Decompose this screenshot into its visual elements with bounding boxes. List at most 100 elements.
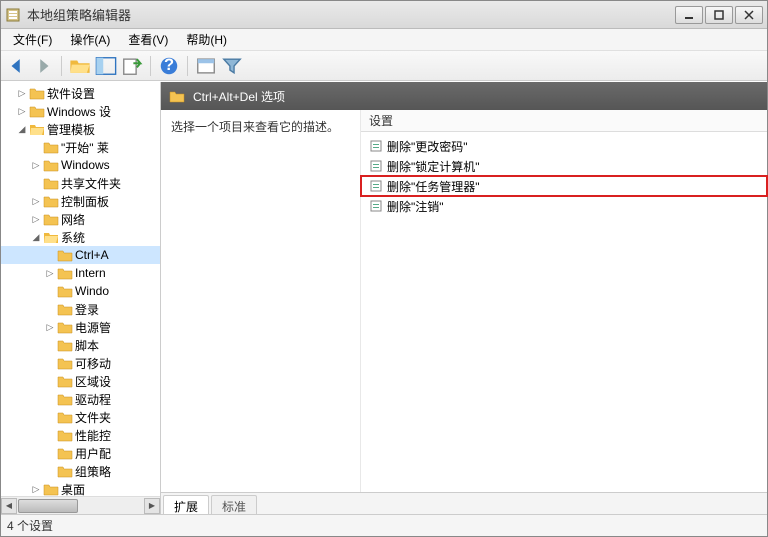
folder-icon (57, 320, 73, 334)
details-pane: Ctrl+Alt+Del 选项 选择一个项目来查看它的描述。 设置 删除"更改密… (161, 82, 767, 514)
tab-standard[interactable]: 标准 (211, 495, 257, 514)
tree-node-removable[interactable]: 可移动 (1, 354, 160, 372)
tab-extended[interactable]: 扩展 (163, 495, 209, 514)
policy-icon (369, 199, 383, 213)
main-area: ▷软件设置 ▷Windows 设 ◢管理模板 "开始" 莱 ▷Windows 共… (1, 81, 767, 514)
horizontal-scrollbar[interactable]: ◀ ▶ (1, 496, 160, 514)
folder-icon (29, 104, 45, 118)
settings-column-header[interactable]: 设置 (361, 110, 767, 132)
minimize-button[interactable] (675, 6, 703, 24)
tree-node-group-policy[interactable]: 组策略 (1, 462, 160, 480)
menu-action[interactable]: 操作(A) (62, 29, 118, 50)
details-header: Ctrl+Alt+Del 选项 (161, 82, 767, 110)
tree-label: 脚本 (75, 337, 99, 354)
details-tabs: 扩展 标准 (161, 492, 767, 514)
expand-icon: ▷ (43, 268, 57, 279)
tree-label: 系统 (61, 229, 85, 246)
menu-help[interactable]: 帮助(H) (178, 29, 235, 50)
tree-label: 桌面 (61, 481, 85, 497)
tree-node-shared-folders[interactable]: 共享文件夹 (1, 174, 160, 192)
tree-node-software-settings[interactable]: ▷ 软件设置 (1, 84, 160, 102)
tree-node-control-panel[interactable]: ▷控制面板 (1, 192, 160, 210)
expand-icon: ▷ (15, 88, 29, 99)
settings-list-column: 设置 删除"更改密码" 删除"锁定计算机" 删除"任务管理器" (361, 110, 767, 492)
menu-file[interactable]: 文件(F) (5, 29, 60, 50)
tree-node-network[interactable]: ▷ 网络 (1, 210, 160, 228)
collapse-icon: ◢ (29, 232, 43, 243)
up-button[interactable] (68, 54, 92, 78)
folder-icon (57, 392, 73, 406)
tree-node-desktop[interactable]: ▷桌面 (1, 480, 160, 496)
tree-node-admin-templates[interactable]: ◢管理模板 (1, 120, 160, 138)
policy-item-task-manager[interactable]: 删除"任务管理器" (361, 176, 767, 196)
folder-icon (43, 482, 59, 496)
properties-button[interactable] (194, 54, 218, 78)
tree-node-system[interactable]: ◢ 系统 (1, 228, 160, 246)
tree-label: 登录 (75, 301, 99, 318)
expand-icon: ▷ (15, 106, 29, 117)
toolbar-separator (61, 56, 62, 76)
tree-node-power-mgmt[interactable]: ▷电源管 (1, 318, 160, 336)
help-button[interactable]: ? (157, 54, 181, 78)
tree-label: 管理模板 (47, 121, 95, 138)
tree-node-user-profile[interactable]: 用户配 (1, 444, 160, 462)
tree-node-scripts[interactable]: 脚本 (1, 336, 160, 354)
tree-label: 区域设 (75, 373, 111, 390)
scroll-left-button[interactable]: ◀ (1, 498, 17, 514)
scroll-track[interactable] (17, 498, 144, 514)
tree-label: Windows 设 (47, 103, 111, 120)
export-button[interactable] (120, 54, 144, 78)
folder-icon (43, 140, 59, 154)
tree-label: Windo (75, 284, 109, 298)
expand-icon: ▷ (29, 214, 43, 225)
expand-icon: ▷ (43, 322, 57, 333)
policy-item-change-password[interactable]: 删除"更改密码" (361, 136, 767, 156)
tree-node-windows-settings[interactable]: ▷ Windows 设 (1, 102, 160, 120)
policy-label: 删除"注销" (387, 198, 444, 215)
tree-node-ctrl-alt-del[interactable]: Ctrl+A (1, 246, 160, 264)
folder-icon (43, 212, 59, 226)
window-title: 本地组策略编辑器 (27, 5, 675, 24)
settings-list: 删除"更改密码" 删除"锁定计算机" 删除"任务管理器" 删除"注销" (361, 132, 767, 220)
folder-icon (57, 356, 73, 370)
description-text: 选择一个项目来查看它的描述。 (171, 118, 350, 135)
description-column: 选择一个项目来查看它的描述。 (161, 110, 361, 492)
tree-label: 软件设置 (47, 85, 95, 102)
tree-view[interactable]: ▷软件设置 ▷Windows 设 ◢管理模板 "开始" 莱 ▷Windows 共… (1, 82, 160, 496)
tree-node-locale[interactable]: 区域设 (1, 372, 160, 390)
scroll-right-button[interactable]: ▶ (144, 498, 160, 514)
tree-node-windows-sub[interactable]: Windo (1, 282, 160, 300)
svg-text:?: ? (164, 56, 174, 74)
folder-icon (169, 89, 185, 103)
filter-button[interactable] (220, 54, 244, 78)
tree-label: "开始" 莱 (61, 139, 109, 156)
tree-node-windows-components[interactable]: ▷Windows (1, 156, 160, 174)
app-icon (5, 7, 21, 23)
details-header-title: Ctrl+Alt+Del 选项 (193, 88, 285, 105)
settings-header-label: 设置 (369, 112, 393, 129)
tree-label: Ctrl+A (75, 248, 109, 262)
folder-icon (57, 374, 73, 388)
tree-label: 可移动 (75, 355, 111, 372)
tree-label: 用户配 (75, 445, 111, 462)
tree-label: 网络 (61, 211, 85, 228)
policy-label: 删除"任务管理器" (387, 178, 480, 195)
tree-node-folder-redir[interactable]: 文件夹 (1, 408, 160, 426)
show-hide-tree-button[interactable] (94, 54, 118, 78)
tree-node-internet[interactable]: ▷Intern (1, 264, 160, 282)
policy-item-lock-computer[interactable]: 删除"锁定计算机" (361, 156, 767, 176)
status-text: 4 个设置 (7, 517, 53, 534)
back-button[interactable] (5, 54, 29, 78)
tree-node-start-menu[interactable]: "开始" 莱 (1, 138, 160, 156)
forward-button[interactable] (31, 54, 55, 78)
policy-item-logoff[interactable]: 删除"注销" (361, 196, 767, 216)
tree-node-driver[interactable]: 驱动程 (1, 390, 160, 408)
tree-node-perf[interactable]: 性能控 (1, 426, 160, 444)
folder-icon (43, 176, 59, 190)
scroll-thumb[interactable] (18, 499, 78, 513)
tree-node-logon[interactable]: 登录 (1, 300, 160, 318)
menu-view[interactable]: 查看(V) (120, 29, 176, 50)
maximize-button[interactable] (705, 6, 733, 24)
close-button[interactable] (735, 6, 763, 24)
tree-label: 性能控 (75, 427, 111, 444)
